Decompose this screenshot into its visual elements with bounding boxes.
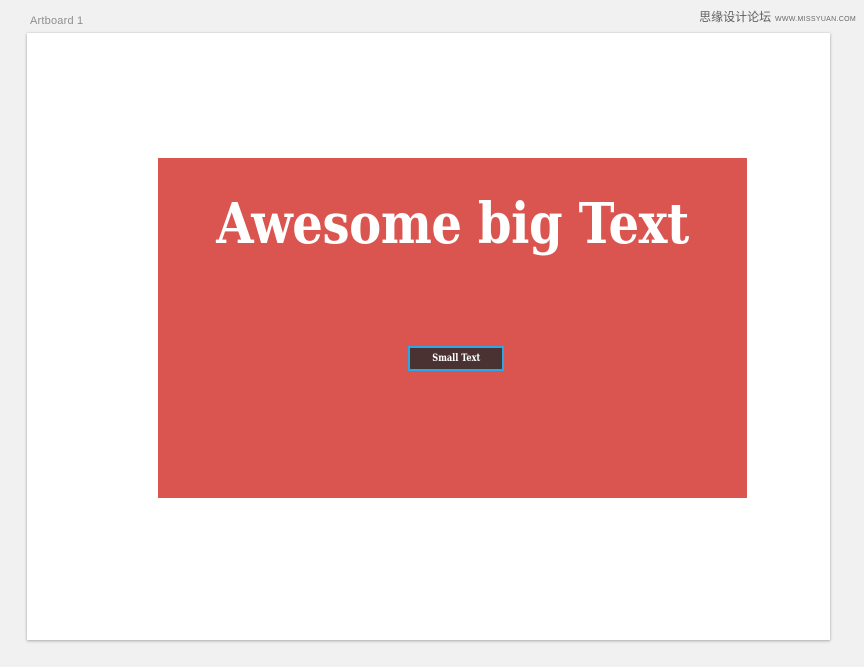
banner-heading[interactable]: Awesome big Text xyxy=(199,196,706,252)
artboard-canvas[interactable]: Awesome big Text Small Text xyxy=(27,33,830,640)
watermark-suffix: WWW.MISSYUAN.COM xyxy=(774,16,856,23)
red-banner[interactable]: Awesome big Text Small Text xyxy=(158,158,747,498)
site-watermark: 思缘设计论坛 WWW.MISSYUAN.COM xyxy=(699,8,856,25)
small-text-label: Small Text xyxy=(431,353,481,364)
watermark-prefix: 思缘设计论坛 xyxy=(699,10,772,24)
small-text-box-selected[interactable]: Small Text xyxy=(408,346,504,371)
artboard-label[interactable]: Artboard 1 xyxy=(30,15,83,27)
